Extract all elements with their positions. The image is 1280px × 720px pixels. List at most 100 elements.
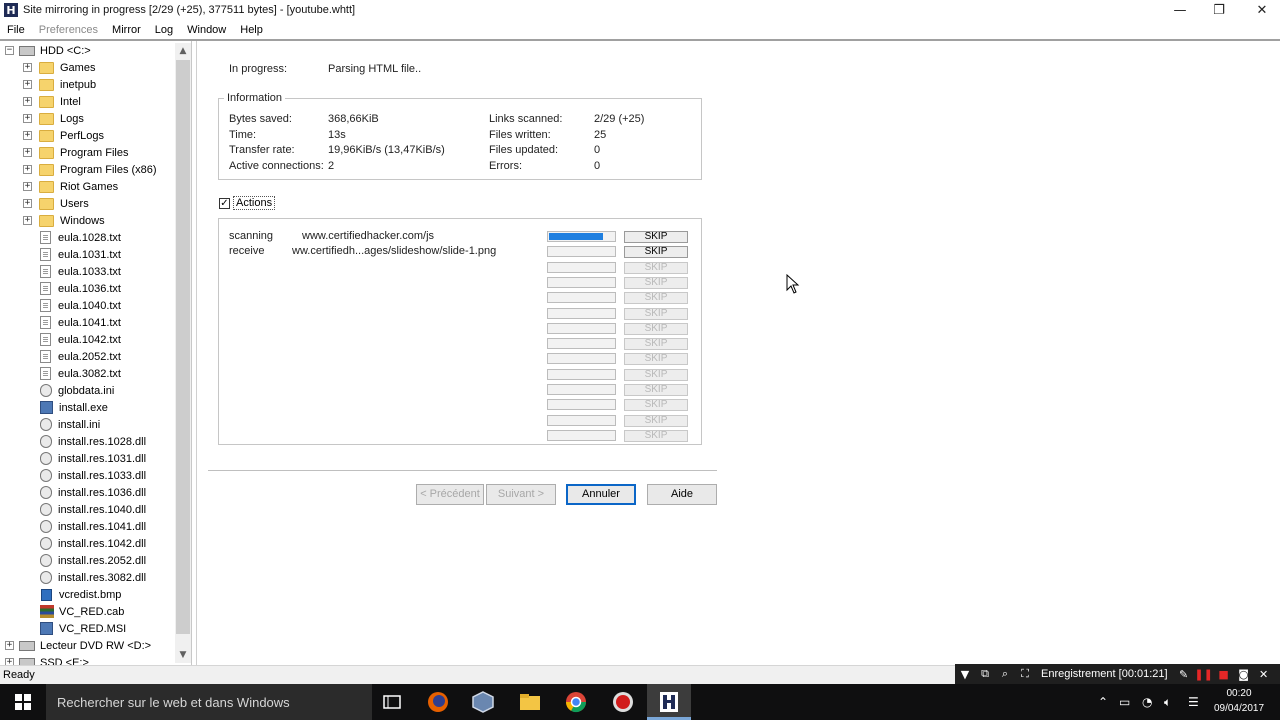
tree-item-drive-c[interactable]: HDD <C:> bbox=[19, 42, 91, 59]
recorder-stop-icon[interactable]: ■ bbox=[1214, 668, 1234, 681]
recorder-region-icon[interactable]: ⛶ bbox=[1015, 667, 1035, 681]
chrome-icon[interactable] bbox=[564, 690, 588, 714]
menu-file[interactable]: File bbox=[0, 24, 32, 36]
tree-item-file[interactable]: install.res.1042.dll bbox=[38, 535, 146, 552]
tree-item-file[interactable]: eula.1033.txt bbox=[38, 263, 121, 280]
expand-toggle-icon[interactable]: + bbox=[23, 131, 32, 140]
expand-toggle-icon[interactable]: + bbox=[23, 216, 32, 225]
skip-button[interactable]: SKIP bbox=[624, 307, 688, 320]
recorder-pause-icon[interactable]: ❚❚ bbox=[1194, 668, 1214, 681]
skip-button[interactable]: SKIP bbox=[624, 246, 688, 259]
actions-checkbox-label[interactable]: Actions bbox=[233, 196, 276, 210]
tree-item-file[interactable]: install.res.1041.dll bbox=[38, 518, 146, 535]
expand-toggle-icon[interactable]: + bbox=[23, 114, 32, 123]
menu-window[interactable]: Window bbox=[180, 24, 233, 36]
tree-item-file[interactable]: eula.1028.txt bbox=[38, 229, 121, 246]
scroll-thumb[interactable] bbox=[176, 60, 190, 634]
recorder-window-icon[interactable]: ⧉ bbox=[975, 667, 995, 681]
tree-item-file[interactable]: eula.1040.txt bbox=[38, 297, 121, 314]
tree-item-file[interactable]: install.res.1040.dll bbox=[38, 501, 146, 518]
tree-item-drive[interactable]: Lecteur DVD RW <D:> bbox=[19, 637, 151, 654]
taskbar-clock[interactable]: 00:20 09/04/2017 bbox=[1210, 686, 1268, 716]
tree-item-file[interactable]: eula.1036.txt bbox=[38, 280, 121, 297]
tree-item-drive[interactable]: SSD <E:> bbox=[19, 654, 89, 665]
scroll-down-icon[interactable]: ▼ bbox=[175, 647, 191, 663]
recorder-camera-icon[interactable]: ◙ bbox=[1234, 668, 1254, 681]
menu-log[interactable]: Log bbox=[148, 24, 180, 36]
skip-button[interactable]: SKIP bbox=[624, 384, 688, 396]
tree-item-file[interactable]: eula.3082.txt bbox=[38, 365, 121, 382]
scroll-up-icon[interactable]: ▲ bbox=[175, 43, 191, 59]
recorder-pen-icon[interactable]: ✎ bbox=[1174, 668, 1194, 681]
skip-button[interactable]: SKIP bbox=[624, 231, 688, 243]
tree-item-file[interactable]: globdata.ini bbox=[38, 382, 114, 399]
battery-icon[interactable]: ▭ bbox=[1119, 684, 1130, 720]
expand-toggle-icon[interactable]: + bbox=[23, 148, 32, 157]
skip-button[interactable]: SKIP bbox=[624, 276, 688, 289]
tree-item-file[interactable]: install.res.1033.dll bbox=[38, 467, 146, 484]
tree-item-file[interactable]: VC_RED.cab bbox=[38, 603, 124, 620]
firefox-icon[interactable] bbox=[426, 690, 450, 714]
next-button[interactable]: Suivant > bbox=[486, 484, 556, 505]
tree-item-folder[interactable]: Intel bbox=[39, 93, 81, 110]
expand-toggle-icon[interactable]: + bbox=[23, 165, 32, 174]
tree-item-file[interactable]: VC_RED.MSI bbox=[38, 620, 126, 637]
menu-help[interactable]: Help bbox=[233, 24, 270, 36]
cancel-button[interactable]: Annuler bbox=[566, 484, 636, 505]
collapse-toggle-icon[interactable]: − bbox=[5, 46, 14, 55]
tree-item-file[interactable]: eula.2052.txt bbox=[38, 348, 121, 365]
expand-toggle-icon[interactable]: + bbox=[23, 199, 32, 208]
expand-toggle-icon[interactable]: + bbox=[23, 80, 32, 89]
close-button[interactable]: ✕ bbox=[1239, 0, 1280, 20]
skip-button[interactable]: SKIP bbox=[624, 429, 688, 442]
actions-checkbox[interactable]: ✓ bbox=[219, 198, 230, 209]
tree-item-file[interactable]: install.exe bbox=[38, 399, 108, 416]
tree-item-file[interactable]: install.ini bbox=[38, 416, 100, 433]
help-button[interactable]: Aide bbox=[647, 484, 717, 505]
recorder-close-icon[interactable]: ✕ bbox=[1254, 668, 1274, 681]
task-view-icon[interactable] bbox=[380, 690, 404, 714]
tree-item-file[interactable]: eula.1031.txt bbox=[38, 246, 121, 263]
menu-preferences[interactable]: Preferences bbox=[32, 24, 105, 36]
show-hidden-icons-chevron-icon[interactable]: ⌃ bbox=[1098, 684, 1108, 720]
tree-item-folder[interactable]: Program Files (x86) bbox=[39, 161, 157, 178]
previous-button[interactable]: < Précédent bbox=[416, 484, 484, 505]
skip-button[interactable]: SKIP bbox=[624, 261, 688, 274]
skip-button[interactable]: SKIP bbox=[624, 292, 688, 305]
expand-toggle-icon[interactable]: + bbox=[23, 97, 32, 106]
tree-item-folder[interactable]: PerfLogs bbox=[39, 127, 104, 144]
expand-toggle-icon[interactable]: + bbox=[5, 641, 14, 650]
tree-item-folder[interactable]: inetpub bbox=[39, 76, 96, 93]
expand-toggle-icon[interactable]: + bbox=[5, 658, 14, 665]
tree-item-file[interactable]: install.res.3082.dll bbox=[38, 569, 146, 586]
expand-toggle-icon[interactable]: + bbox=[23, 182, 32, 191]
recorder-app-icon[interactable] bbox=[611, 690, 635, 714]
tree-item-file[interactable]: eula.1042.txt bbox=[38, 331, 121, 348]
virtualbox-icon[interactable] bbox=[471, 690, 495, 714]
notification-center-icon[interactable]: ☰ bbox=[1188, 684, 1199, 720]
tree-item-file[interactable]: install.res.1036.dll bbox=[38, 484, 146, 501]
restore-button[interactable]: ❐ bbox=[1196, 0, 1242, 20]
tree-item-folder[interactable]: Logs bbox=[39, 110, 84, 127]
menu-mirror[interactable]: Mirror bbox=[105, 24, 148, 36]
tree-item-file[interactable]: install.res.1028.dll bbox=[38, 433, 146, 450]
wifi-icon[interactable]: ◔ bbox=[1142, 684, 1152, 720]
skip-button[interactable]: SKIP bbox=[624, 322, 688, 335]
tree-item-file[interactable]: install.res.2052.dll bbox=[38, 552, 146, 569]
skip-button[interactable]: SKIP bbox=[624, 414, 688, 427]
httrack-taskbar-icon[interactable] bbox=[657, 690, 681, 714]
recorder-menu-chevron-icon[interactable]: ▼ bbox=[955, 668, 975, 681]
tree-item-file[interactable]: vcredist.bmp bbox=[38, 586, 121, 603]
tree-item-folder[interactable]: Program Files bbox=[39, 144, 128, 161]
tree-item-folder[interactable]: Users bbox=[39, 195, 89, 212]
skip-button[interactable]: SKIP bbox=[624, 338, 688, 351]
taskbar-search-input[interactable]: Rechercher sur le web et dans Windows bbox=[46, 684, 372, 720]
directory-tree[interactable]: − HDD <C:> + Games + inetpub + Intel + Logs + PerfL… bbox=[0, 41, 192, 665]
expand-toggle-icon[interactable]: + bbox=[23, 63, 32, 72]
file-explorer-icon[interactable] bbox=[518, 690, 542, 714]
tree-item-file[interactable]: install.res.1031.dll bbox=[38, 450, 146, 467]
tree-item-folder[interactable]: Games bbox=[39, 59, 95, 76]
tree-scrollbar[interactable]: ▲ ▼ bbox=[175, 43, 191, 663]
skip-button[interactable]: SKIP bbox=[624, 353, 688, 366]
recorder-zoom-icon[interactable]: ⌕ bbox=[995, 667, 1015, 681]
